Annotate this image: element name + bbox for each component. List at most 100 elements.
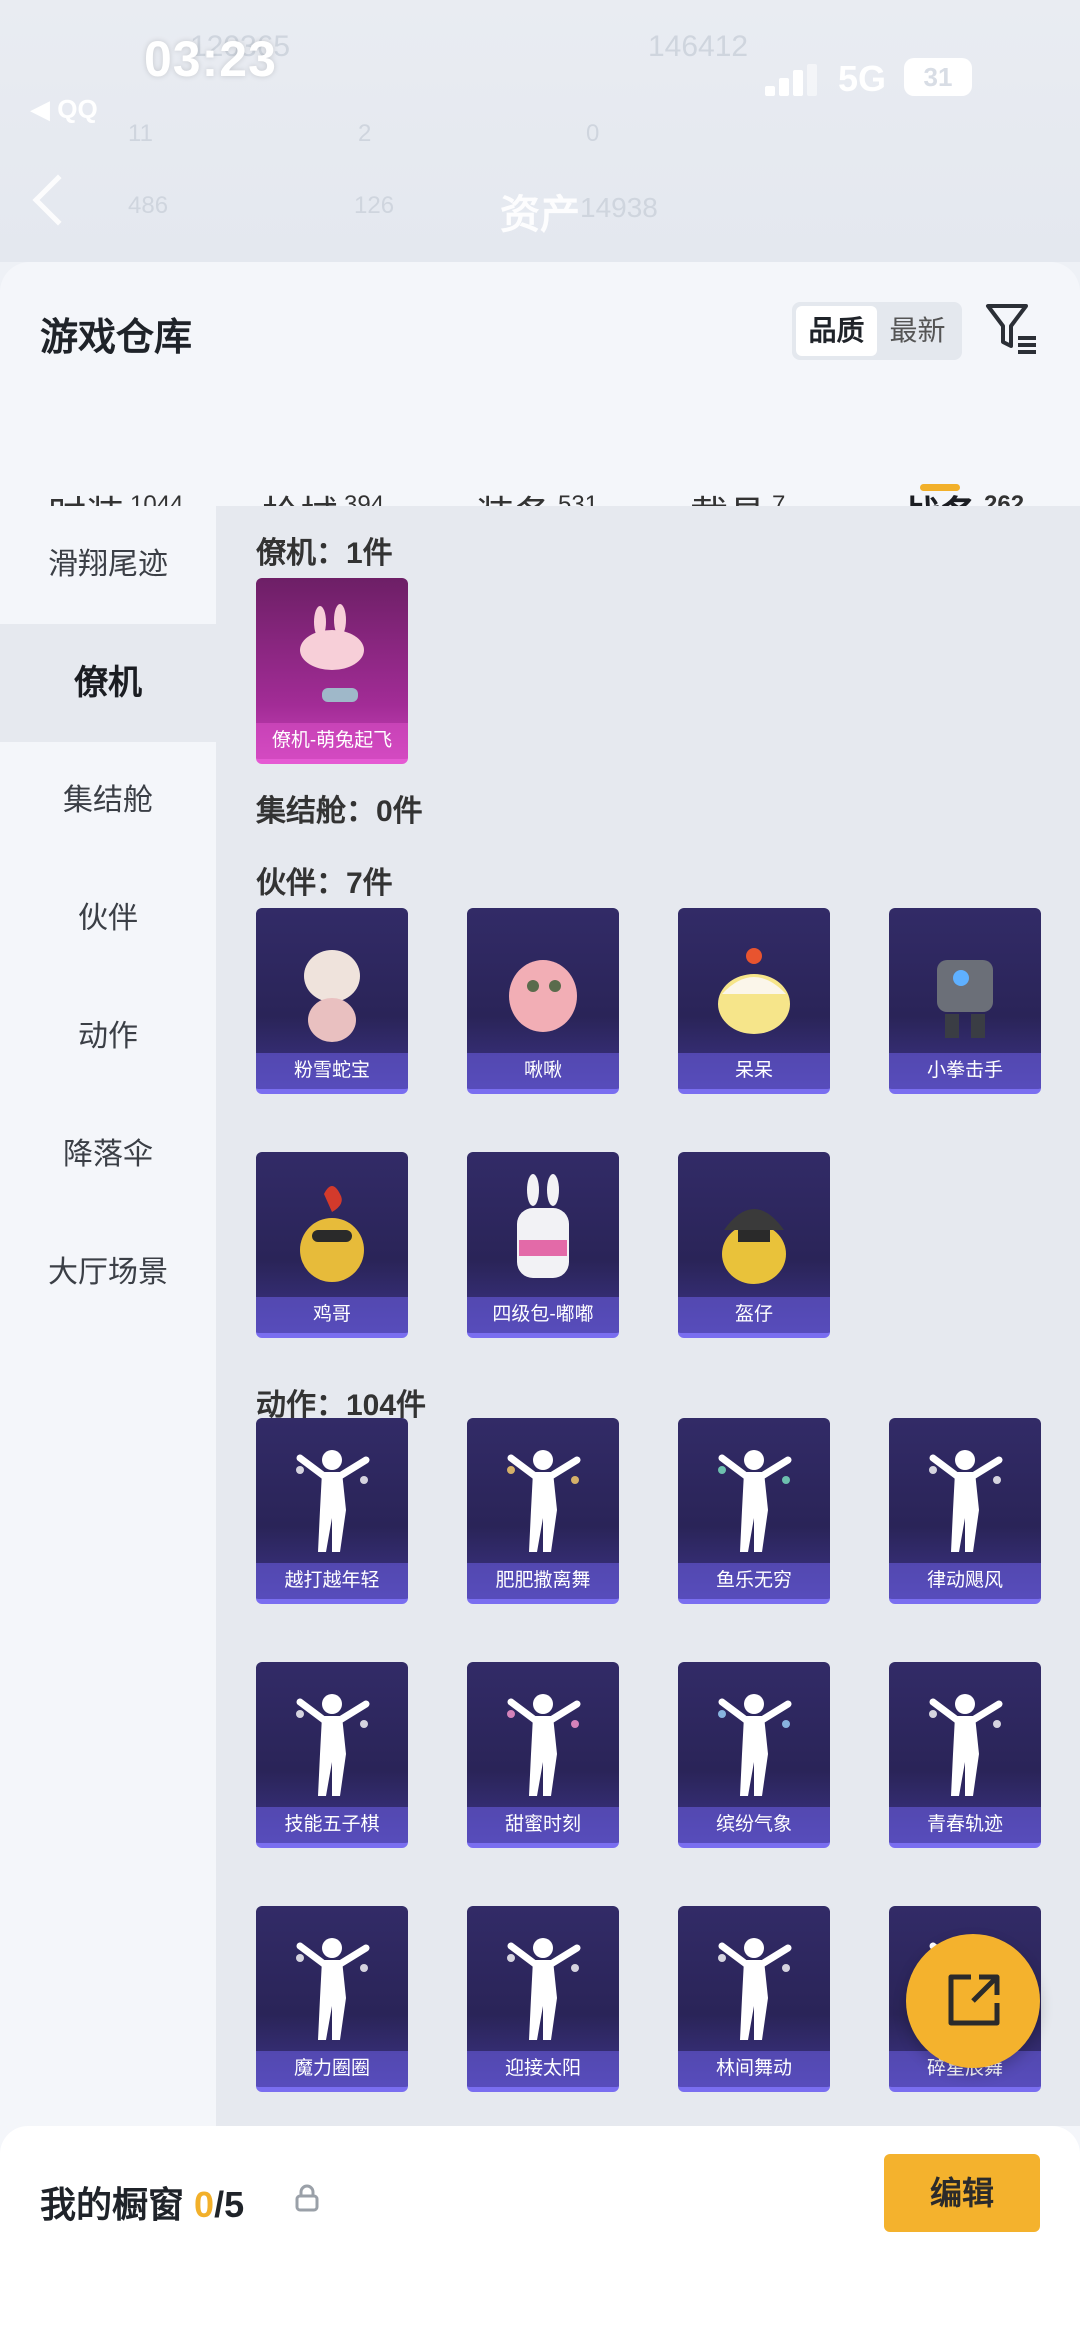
- helmet-chick-icon: [722, 1209, 786, 1284]
- item-name: 啾啾: [467, 1053, 619, 1089]
- showcase-count: 0: [194, 2184, 215, 2225]
- item-name: 呆呆: [678, 1053, 830, 1089]
- dancer-silhouette-icon: [929, 1694, 1003, 1796]
- share-icon: [948, 1974, 1000, 2026]
- sheet-header: 游戏仓库 品质 最新: [0, 262, 1080, 372]
- sidebar-item-parachute[interactable]: 降落伞: [0, 1096, 216, 1214]
- item-name: 肥肥撒离舞: [467, 1563, 619, 1599]
- item-card[interactable]: 鸡哥: [256, 1152, 408, 1338]
- item-name: 鱼乐无穷: [678, 1563, 830, 1599]
- bunny-plane-icon: [300, 604, 364, 702]
- battery-icon: 31: [904, 58, 972, 96]
- item-card[interactable]: 缤纷气象: [678, 1662, 830, 1848]
- item-name: 僚机-萌兔起飞: [256, 723, 408, 759]
- item-name: 青春轨迹: [889, 1807, 1041, 1843]
- bg-number: 11: [128, 120, 153, 147]
- sidebar-item-glide-trail[interactable]: 滑翔尾迹: [0, 506, 216, 624]
- dancer-silhouette-icon: [507, 1450, 581, 1552]
- dancer-silhouette-icon: [296, 1694, 370, 1796]
- network-label: 5G: [838, 58, 887, 99]
- item-name: 缤纷气象: [678, 1807, 830, 1843]
- item-card[interactable]: 越打越年轻: [256, 1418, 408, 1604]
- item-name: 迎接太阳: [467, 2051, 619, 2087]
- lock-icon: [295, 2184, 319, 2212]
- section-title-capsule: 集结舱：0件: [256, 795, 423, 828]
- dancer-silhouette-icon: [929, 1450, 1003, 1552]
- bg-number: 146412: [648, 30, 749, 63]
- back-to-app-link[interactable]: ◀ QQ: [30, 94, 98, 125]
- dancer-silhouette-icon: [296, 1938, 370, 2040]
- item-name: 粉雪蛇宝: [256, 1053, 408, 1089]
- signal-icon: [765, 64, 817, 96]
- section-title-partner: 伙伴：7件: [256, 867, 393, 900]
- item-card[interactable]: 啾啾: [467, 908, 619, 1094]
- item-grid: 僚机：1件 僚机-萌兔起飞 集结舱：0件 伙伴：7件 粉雪蛇宝 啾啾 呆呆 小拳…: [216, 506, 1080, 2126]
- bg-number: 14938: [580, 192, 658, 223]
- item-card[interactable]: 盔仔: [678, 1152, 830, 1338]
- filter-icon[interactable]: [984, 300, 1040, 356]
- share-button[interactable]: [906, 1934, 1040, 2068]
- item-card[interactable]: 小拳击手: [889, 908, 1041, 1094]
- item-card[interactable]: 四级包-嘟嘟: [467, 1152, 619, 1338]
- item-name: 鸡哥: [256, 1297, 408, 1333]
- bg-number: 2: [358, 120, 372, 147]
- sidebar-item-wingman[interactable]: 僚机: [0, 624, 216, 742]
- sidebar-item-emote[interactable]: 动作: [0, 978, 216, 1096]
- status-time: 03:23: [144, 31, 277, 87]
- item-name: 林间舞动: [678, 2051, 830, 2087]
- item-card[interactable]: 鱼乐无穷: [678, 1418, 830, 1604]
- showcase-bar: 我的橱窗 0/5 编辑: [0, 2126, 1080, 2347]
- item-card[interactable]: 青春轨迹: [889, 1662, 1041, 1848]
- dancer-silhouette-icon: [718, 1450, 792, 1552]
- boxer-robot-icon: [937, 960, 993, 1038]
- showcase-label: 我的橱窗 0/5: [40, 2184, 245, 2225]
- bg-number: 126: [354, 192, 395, 219]
- item-card[interactable]: 呆呆: [678, 908, 830, 1094]
- background-header: 120365 146412 11 2 0 486 126 14938 03:23…: [0, 0, 1080, 262]
- sort-toggle: 品质 最新: [792, 302, 962, 360]
- sidebar: 滑翔尾迹 僚机 集结舱 伙伴 动作 降落伞 大厅场景: [0, 506, 216, 2126]
- assets-label: 资产: [500, 193, 580, 237]
- item-card[interactable]: 肥肥撒离舞: [467, 1418, 619, 1604]
- item-card[interactable]: 僚机-萌兔起飞: [256, 578, 408, 764]
- item-name: 盔仔: [678, 1297, 830, 1333]
- item-card[interactable]: 迎接太阳: [467, 1906, 619, 2092]
- edit-button[interactable]: 编辑: [884, 2154, 1040, 2232]
- dancer-silhouette-icon: [718, 1694, 792, 1796]
- item-name: 小拳击手: [889, 1053, 1041, 1089]
- back-arrow-icon[interactable]: [32, 174, 84, 226]
- sort-newest-button[interactable]: 最新: [877, 306, 958, 356]
- sidebar-item-capsule[interactable]: 集结舱: [0, 742, 216, 860]
- page-title: 游戏仓库: [40, 317, 193, 359]
- item-card[interactable]: 技能五子棋: [256, 1662, 408, 1848]
- section-title-wingman: 僚机：1件: [256, 537, 393, 570]
- item-name: 越打越年轻: [256, 1563, 408, 1599]
- item-card[interactable]: 魔力圈圈: [256, 1906, 408, 2092]
- snow-snake-icon: [304, 950, 360, 1042]
- item-card[interactable]: 甜蜜时刻: [467, 1662, 619, 1848]
- item-name: 律动飓风: [889, 1563, 1041, 1599]
- sidebar-item-partner[interactable]: 伙伴: [0, 860, 216, 978]
- dancer-silhouette-icon: [718, 1938, 792, 2040]
- item-card[interactable]: 律动飓风: [889, 1418, 1041, 1604]
- item-name: 四级包-嘟嘟: [467, 1297, 619, 1333]
- dancer-silhouette-icon: [507, 1938, 581, 2040]
- sort-quality-button[interactable]: 品质: [796, 306, 877, 356]
- dancer-silhouette-icon: [296, 1450, 370, 1552]
- category-tabs: 时装1044 枪械394 装备531 载具7 战备262: [0, 412, 1080, 537]
- pink-bird-icon: [509, 960, 577, 1032]
- bunny-robot-icon: [517, 1174, 569, 1278]
- item-card[interactable]: 粉雪蛇宝: [256, 908, 408, 1094]
- item-name: 技能五子棋: [256, 1807, 408, 1843]
- dancer-silhouette-icon: [507, 1694, 581, 1796]
- active-tab-indicator: [920, 484, 960, 491]
- item-name: 甜蜜时刻: [467, 1807, 619, 1843]
- bg-number: 0: [586, 120, 600, 147]
- chick-icon: [718, 948, 790, 1034]
- rooster-icon: [300, 1186, 364, 1282]
- warehouse-sheet: 游戏仓库 品质 最新 时装1044 枪械394 装备531 载具7 战备262 …: [0, 262, 1080, 2347]
- item-name: 魔力圈圈: [256, 2051, 408, 2087]
- item-card[interactable]: 林间舞动: [678, 1906, 830, 2092]
- bg-number: 486: [128, 192, 169, 219]
- sidebar-item-lobby-scene[interactable]: 大厅场景: [0, 1214, 216, 1332]
